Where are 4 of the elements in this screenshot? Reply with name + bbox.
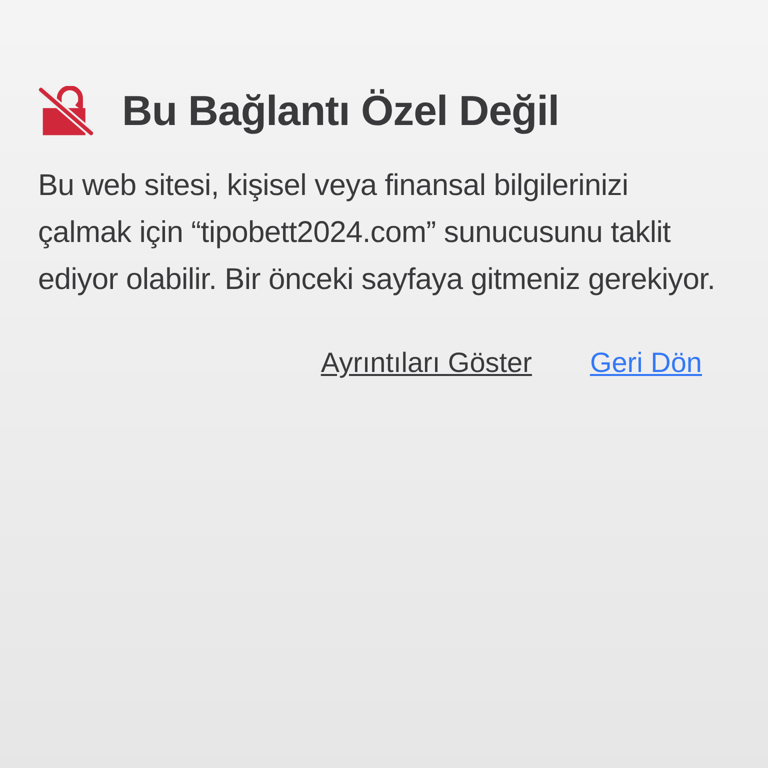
warning-message: Bu web sitesi, kişisel veya finansal bilgilerinizi çalmak için “tipobett2024.com” sunucusunu taklit ediyor olabilir. Bir önceki sayfaya gitmeniz gerekiyor. <box>38 168 716 298</box>
page-title: Bu Bağlantı Özel Değil <box>122 87 560 135</box>
details-link[interactable]: Ayrıntıları Göster <box>320 347 532 379</box>
broken-lock-icon <box>38 86 96 136</box>
